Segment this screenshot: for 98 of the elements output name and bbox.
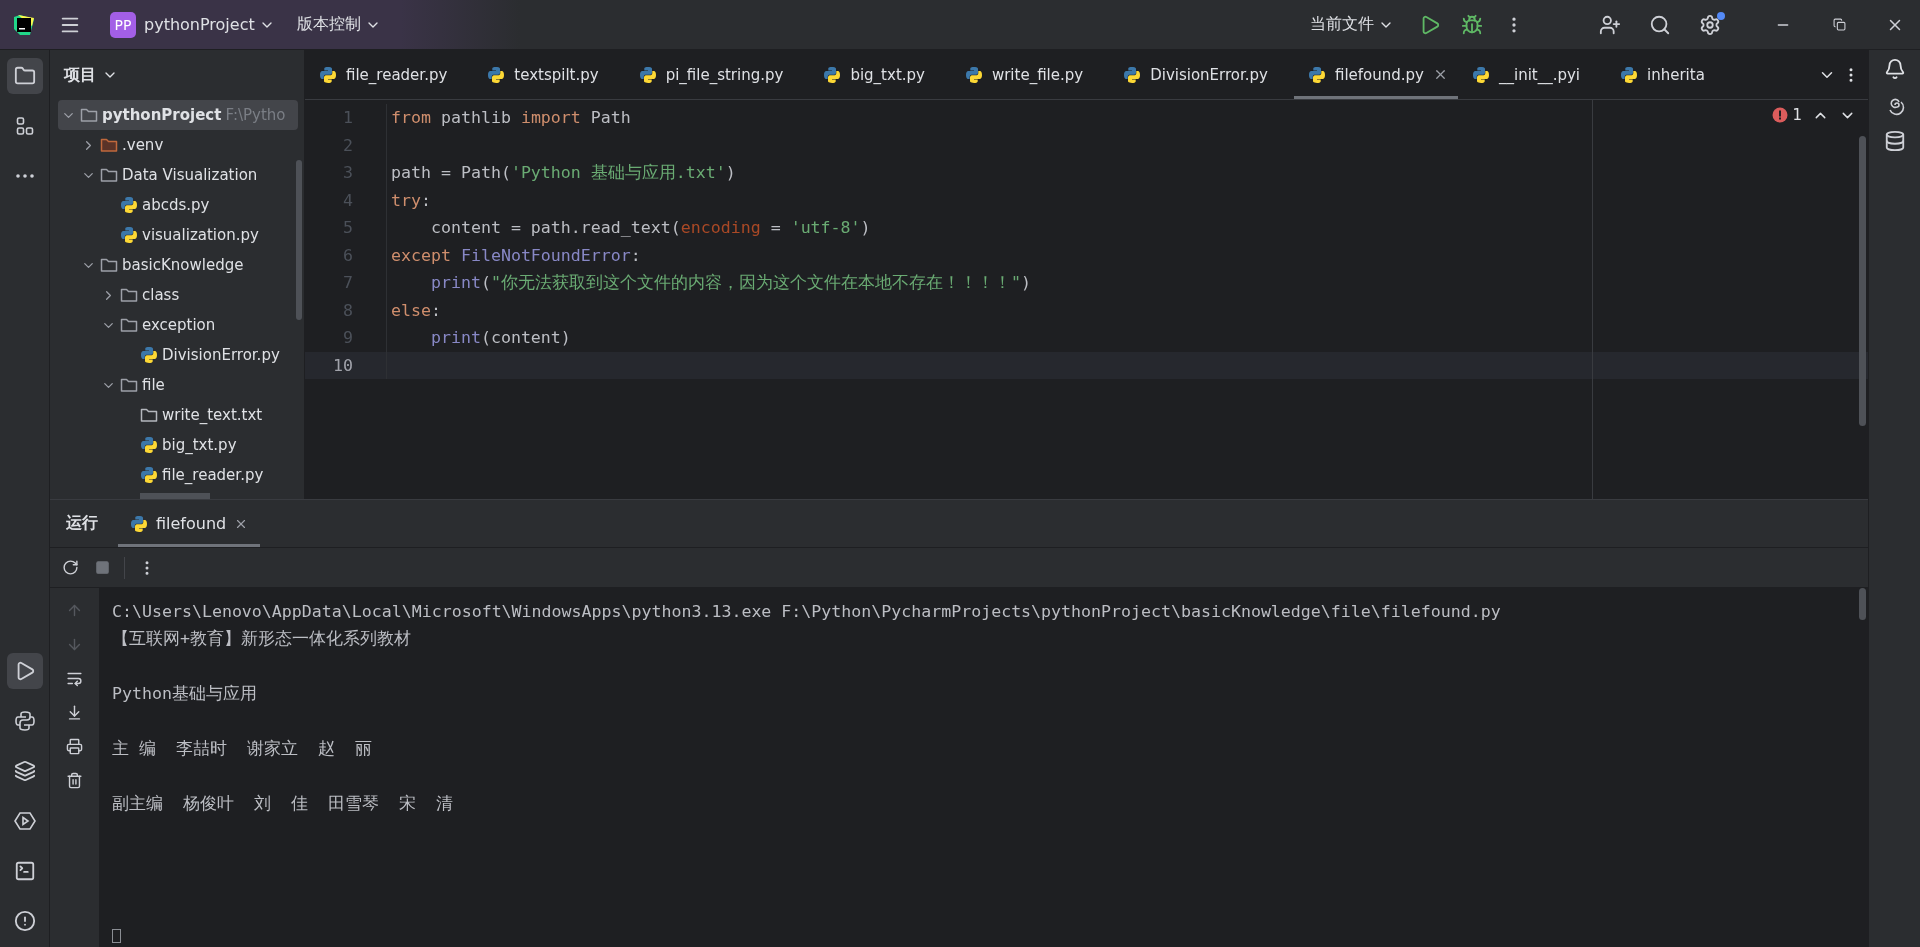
folder-icon — [13, 65, 36, 87]
console-command: C:\Users\Lenovo\AppData\Local\Microsoft\WindowsApps\python3.13.exe F:\Python\PycharmProjects\pythonProject\basicKnowledge\file\filefound.py — [112, 601, 1501, 624]
restore-icon[interactable] — [1832, 18, 1846, 31]
python-file-icon — [1471, 65, 1490, 84]
editor-tab[interactable]: file_reader.py — [305, 50, 474, 99]
structure-icon — [15, 117, 34, 135]
editor-tab[interactable]: big_txt.py — [809, 50, 951, 99]
python-file-icon — [140, 436, 158, 454]
tree-item[interactable]: abcds.py — [98, 190, 210, 220]
console-output: 副主编 杨俊叶 刘 佳 田雪琴 宋 清 — [112, 793, 453, 816]
code-line: else: — [390, 300, 441, 320]
python-file-icon — [120, 226, 138, 244]
code-line: print(content) — [429, 328, 571, 348]
add-user-icon[interactable] — [1599, 13, 1621, 36]
code-line: except FileNotFoundError: — [390, 245, 641, 265]
editor-tab[interactable]: DivisionError.py — [1109, 50, 1294, 99]
terminal-icon — [13, 860, 36, 882]
run-config-dropdown[interactable]: 当前文件 — [1310, 14, 1394, 35]
console-output: Python基础与应用 — [112, 683, 257, 706]
rerun-icon[interactable] — [61, 559, 79, 576]
python-file-icon — [140, 346, 158, 364]
settings-icon[interactable] — [1699, 13, 1721, 36]
scrollbar[interactable] — [296, 160, 302, 320]
run-tab[interactable]: filefound — [118, 500, 261, 547]
editor-tab[interactable]: inherita — [1606, 50, 1731, 99]
printer-icon[interactable] — [66, 737, 83, 755]
panel-title[interactable]: 项目 — [64, 64, 118, 86]
line-number: 10 — [332, 355, 353, 375]
scrollbar[interactable] — [140, 493, 210, 499]
editor-tab[interactable]: filefound.py — [1293, 50, 1458, 99]
tree-item[interactable]: write_text.txt — [118, 400, 263, 430]
folder-icon — [120, 377, 138, 393]
error-count[interactable]: 1 — [1772, 106, 1802, 124]
scroll-to-end-icon[interactable] — [66, 703, 83, 721]
tree-item[interactable]: basicKnowledge — [78, 250, 244, 280]
vcs-dropdown[interactable]: 版本控制 — [296, 14, 381, 35]
code-line: try: — [390, 190, 431, 210]
tool-window-button[interactable] — [6, 653, 43, 689]
project-dropdown[interactable]: pythonProject — [144, 15, 275, 34]
tree-item[interactable]: Data Visualization — [78, 160, 258, 190]
scrollbar[interactable] — [1859, 136, 1866, 426]
folder-icon — [140, 407, 158, 423]
folder-icon — [120, 317, 138, 333]
python-file-icon — [1307, 65, 1326, 84]
stop-icon[interactable] — [94, 560, 110, 575]
tree-item[interactable]: pythonProject F:\Pytho — [58, 100, 298, 130]
more-icon — [15, 174, 34, 178]
python-file-icon — [964, 65, 983, 84]
bell-icon[interactable] — [1883, 58, 1906, 80]
cursor — [112, 929, 121, 943]
console-output: 主 编 李喆时 谢家立 赵 丽 — [112, 738, 372, 761]
editor-tab[interactable]: __init__.pyi — [1457, 50, 1607, 99]
folder-icon — [100, 167, 118, 183]
database-icon[interactable] — [1883, 130, 1906, 152]
folder-icon — [80, 107, 98, 123]
console-output: 【互联网+教育】新形态一体化系列教材 — [112, 628, 411, 651]
python-file-icon — [1620, 65, 1639, 84]
tool-window-button[interactable] — [6, 58, 43, 94]
code-line: from pathlib import Path — [390, 108, 631, 128]
code-line: path = Path('Python 基础与应用.txt') — [390, 161, 736, 184]
notification-dot — [1717, 11, 1725, 20]
python-file-icon — [120, 196, 138, 214]
scrollbar[interactable] — [1859, 588, 1866, 620]
trash-icon[interactable] — [66, 771, 83, 789]
python-file-icon — [1123, 65, 1142, 84]
app-logo — [12, 12, 36, 37]
editor-tab[interactable]: textspilt.py — [473, 50, 625, 99]
error-icon — [1772, 107, 1789, 123]
tree-item[interactable]: big_txt.py — [118, 430, 237, 460]
tree-item[interactable]: exception — [98, 310, 216, 340]
tree-item[interactable]: file_reader.py — [118, 460, 264, 490]
folder-icon — [100, 137, 118, 153]
project-badge: PP — [110, 11, 136, 38]
folder-icon — [100, 257, 118, 273]
tree-item[interactable]: .venv — [78, 130, 164, 160]
python-file-icon — [130, 514, 148, 533]
python-file-icon — [823, 65, 842, 84]
editor-tab[interactable]: write_file.py — [950, 50, 1110, 99]
search-icon[interactable] — [1649, 13, 1671, 36]
tree-item[interactable]: file — [98, 370, 165, 400]
bug-icon[interactable] — [1461, 13, 1483, 36]
python-file-icon — [140, 466, 158, 484]
python-icon — [13, 710, 36, 732]
hexagon-play-icon — [13, 812, 36, 830]
path-hint: F:\Pytho — [225, 106, 286, 124]
tree-item[interactable]: DivisionError.py — [118, 340, 280, 370]
folder-icon — [120, 287, 138, 303]
alert-icon — [13, 910, 36, 932]
panel-title: 运行 — [66, 513, 98, 534]
python-file-icon — [638, 65, 657, 84]
python-file-icon — [319, 65, 337, 84]
tree-item[interactable]: visualization.py — [98, 220, 259, 250]
editor-tab[interactable]: pi_file_string.py — [624, 50, 810, 99]
tree-item[interactable]: class — [98, 280, 180, 310]
layers-icon — [13, 760, 36, 782]
code-line: print("你无法获取到这个文件的内容，因为这个文件在本地不存在！！！！") — [429, 271, 1031, 294]
code-line: content = path.read_text(encoding = 'utf-8') — [429, 218, 871, 238]
python-file-icon — [487, 65, 506, 84]
